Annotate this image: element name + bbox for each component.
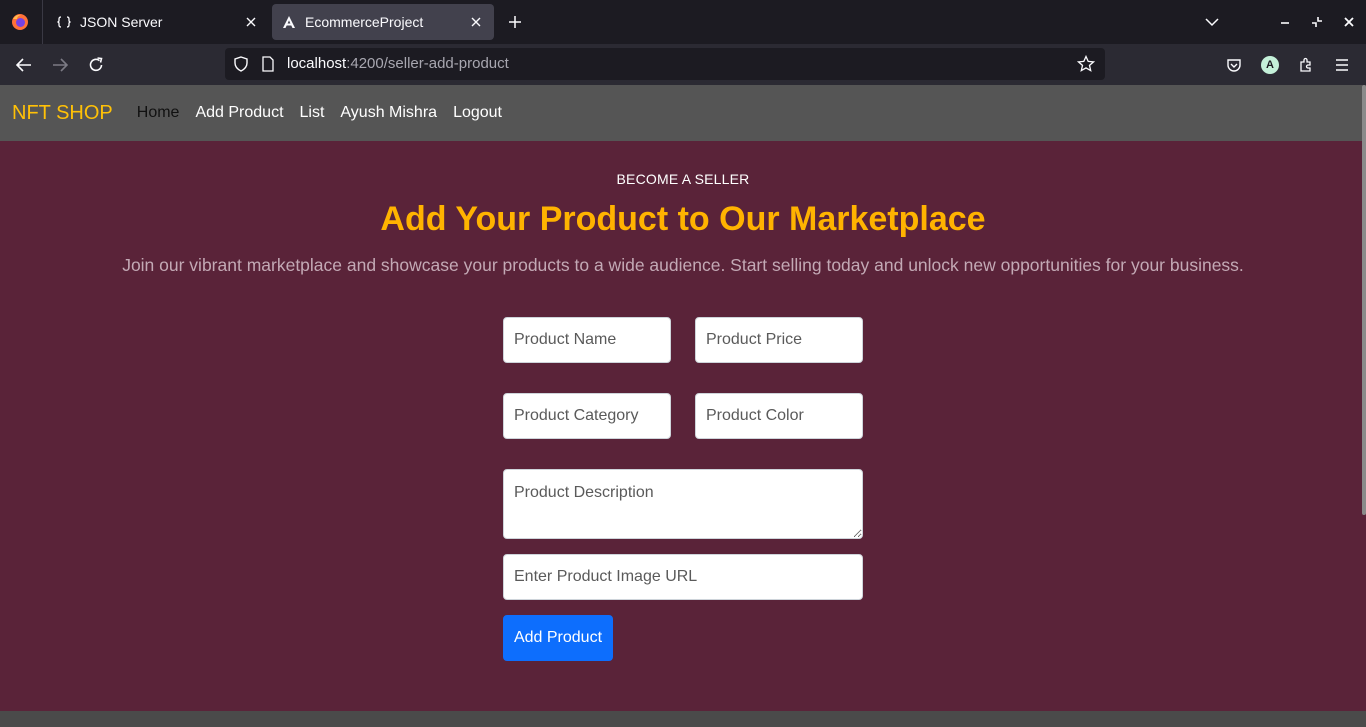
- back-arrow-icon[interactable]: [11, 52, 37, 78]
- site-navbar: NFT SHOP Home Add Product List Ayush Mis…: [0, 85, 1362, 141]
- product-price-input[interactable]: [695, 317, 863, 363]
- tab-title: JSON Server: [80, 14, 163, 30]
- product-color-input[interactable]: [695, 393, 863, 439]
- angular-favicon-icon: [281, 14, 297, 30]
- add-product-section: BECOME A SELLER Add Your Product to Our …: [0, 141, 1366, 711]
- product-category-input[interactable]: [503, 393, 671, 439]
- reload-icon[interactable]: [83, 52, 109, 78]
- nav-link-user[interactable]: Ayush Mishra: [340, 104, 437, 122]
- json-server-favicon-icon: [56, 14, 72, 30]
- chevron-down-icon[interactable]: [1200, 10, 1224, 34]
- tab-ecommerce-project[interactable]: EcommerceProject: [272, 4, 494, 40]
- nav-link-logout[interactable]: Logout: [453, 104, 502, 122]
- restore-icon[interactable]: [1305, 10, 1329, 34]
- firefox-logo-icon[interactable]: [11, 13, 29, 31]
- close-window-icon[interactable]: [1337, 10, 1361, 34]
- shield-icon[interactable]: [233, 56, 249, 72]
- product-image-url-input[interactable]: [503, 554, 863, 600]
- url-host: localhost: [287, 55, 347, 72]
- product-name-input[interactable]: [503, 317, 671, 363]
- brand-logo[interactable]: NFT SHOP: [12, 102, 113, 125]
- tab-json-server[interactable]: JSON Server: [47, 4, 269, 40]
- page-scrollbar[interactable]: [1362, 85, 1366, 515]
- pocket-icon[interactable]: [1221, 52, 1247, 78]
- account-avatar[interactable]: A: [1261, 56, 1279, 74]
- url-bar[interactable]: localhost:4200/seller-add-product: [225, 48, 1105, 80]
- section-overline: BECOME A SELLER: [616, 171, 750, 187]
- tab-title: EcommerceProject: [305, 14, 424, 30]
- page-icon[interactable]: [261, 56, 275, 72]
- extensions-icon[interactable]: [1293, 52, 1319, 78]
- nav-link-home[interactable]: Home: [137, 104, 180, 122]
- close-icon[interactable]: [464, 10, 488, 34]
- close-icon[interactable]: [239, 10, 263, 34]
- page-viewport: NFT SHOP Home Add Product List Ayush Mis…: [0, 85, 1366, 727]
- page-title: Add Your Product to Our Marketplace: [380, 200, 986, 238]
- nav-link-add-product[interactable]: Add Product: [195, 104, 283, 122]
- minimize-icon[interactable]: [1273, 10, 1297, 34]
- tab-strip: JSON Server EcommerceProject: [0, 0, 1366, 44]
- tab-separator: [42, 0, 43, 44]
- forward-arrow-icon[interactable]: [47, 52, 73, 78]
- plus-icon[interactable]: [503, 10, 527, 34]
- url-text[interactable]: localhost:4200/seller-add-product: [287, 55, 509, 72]
- page-subtitle: Join our vibrant marketplace and showcas…: [122, 255, 1244, 275]
- star-icon[interactable]: [1077, 55, 1095, 73]
- navigation-toolbar: localhost:4200/seller-add-product A: [0, 44, 1366, 85]
- nav-link-list[interactable]: List: [300, 104, 325, 122]
- add-product-button[interactable]: Add Product: [503, 615, 613, 661]
- menu-icon[interactable]: [1329, 52, 1355, 78]
- product-description-textarea[interactable]: [503, 469, 863, 539]
- url-path: :4200/seller-add-product: [346, 55, 509, 72]
